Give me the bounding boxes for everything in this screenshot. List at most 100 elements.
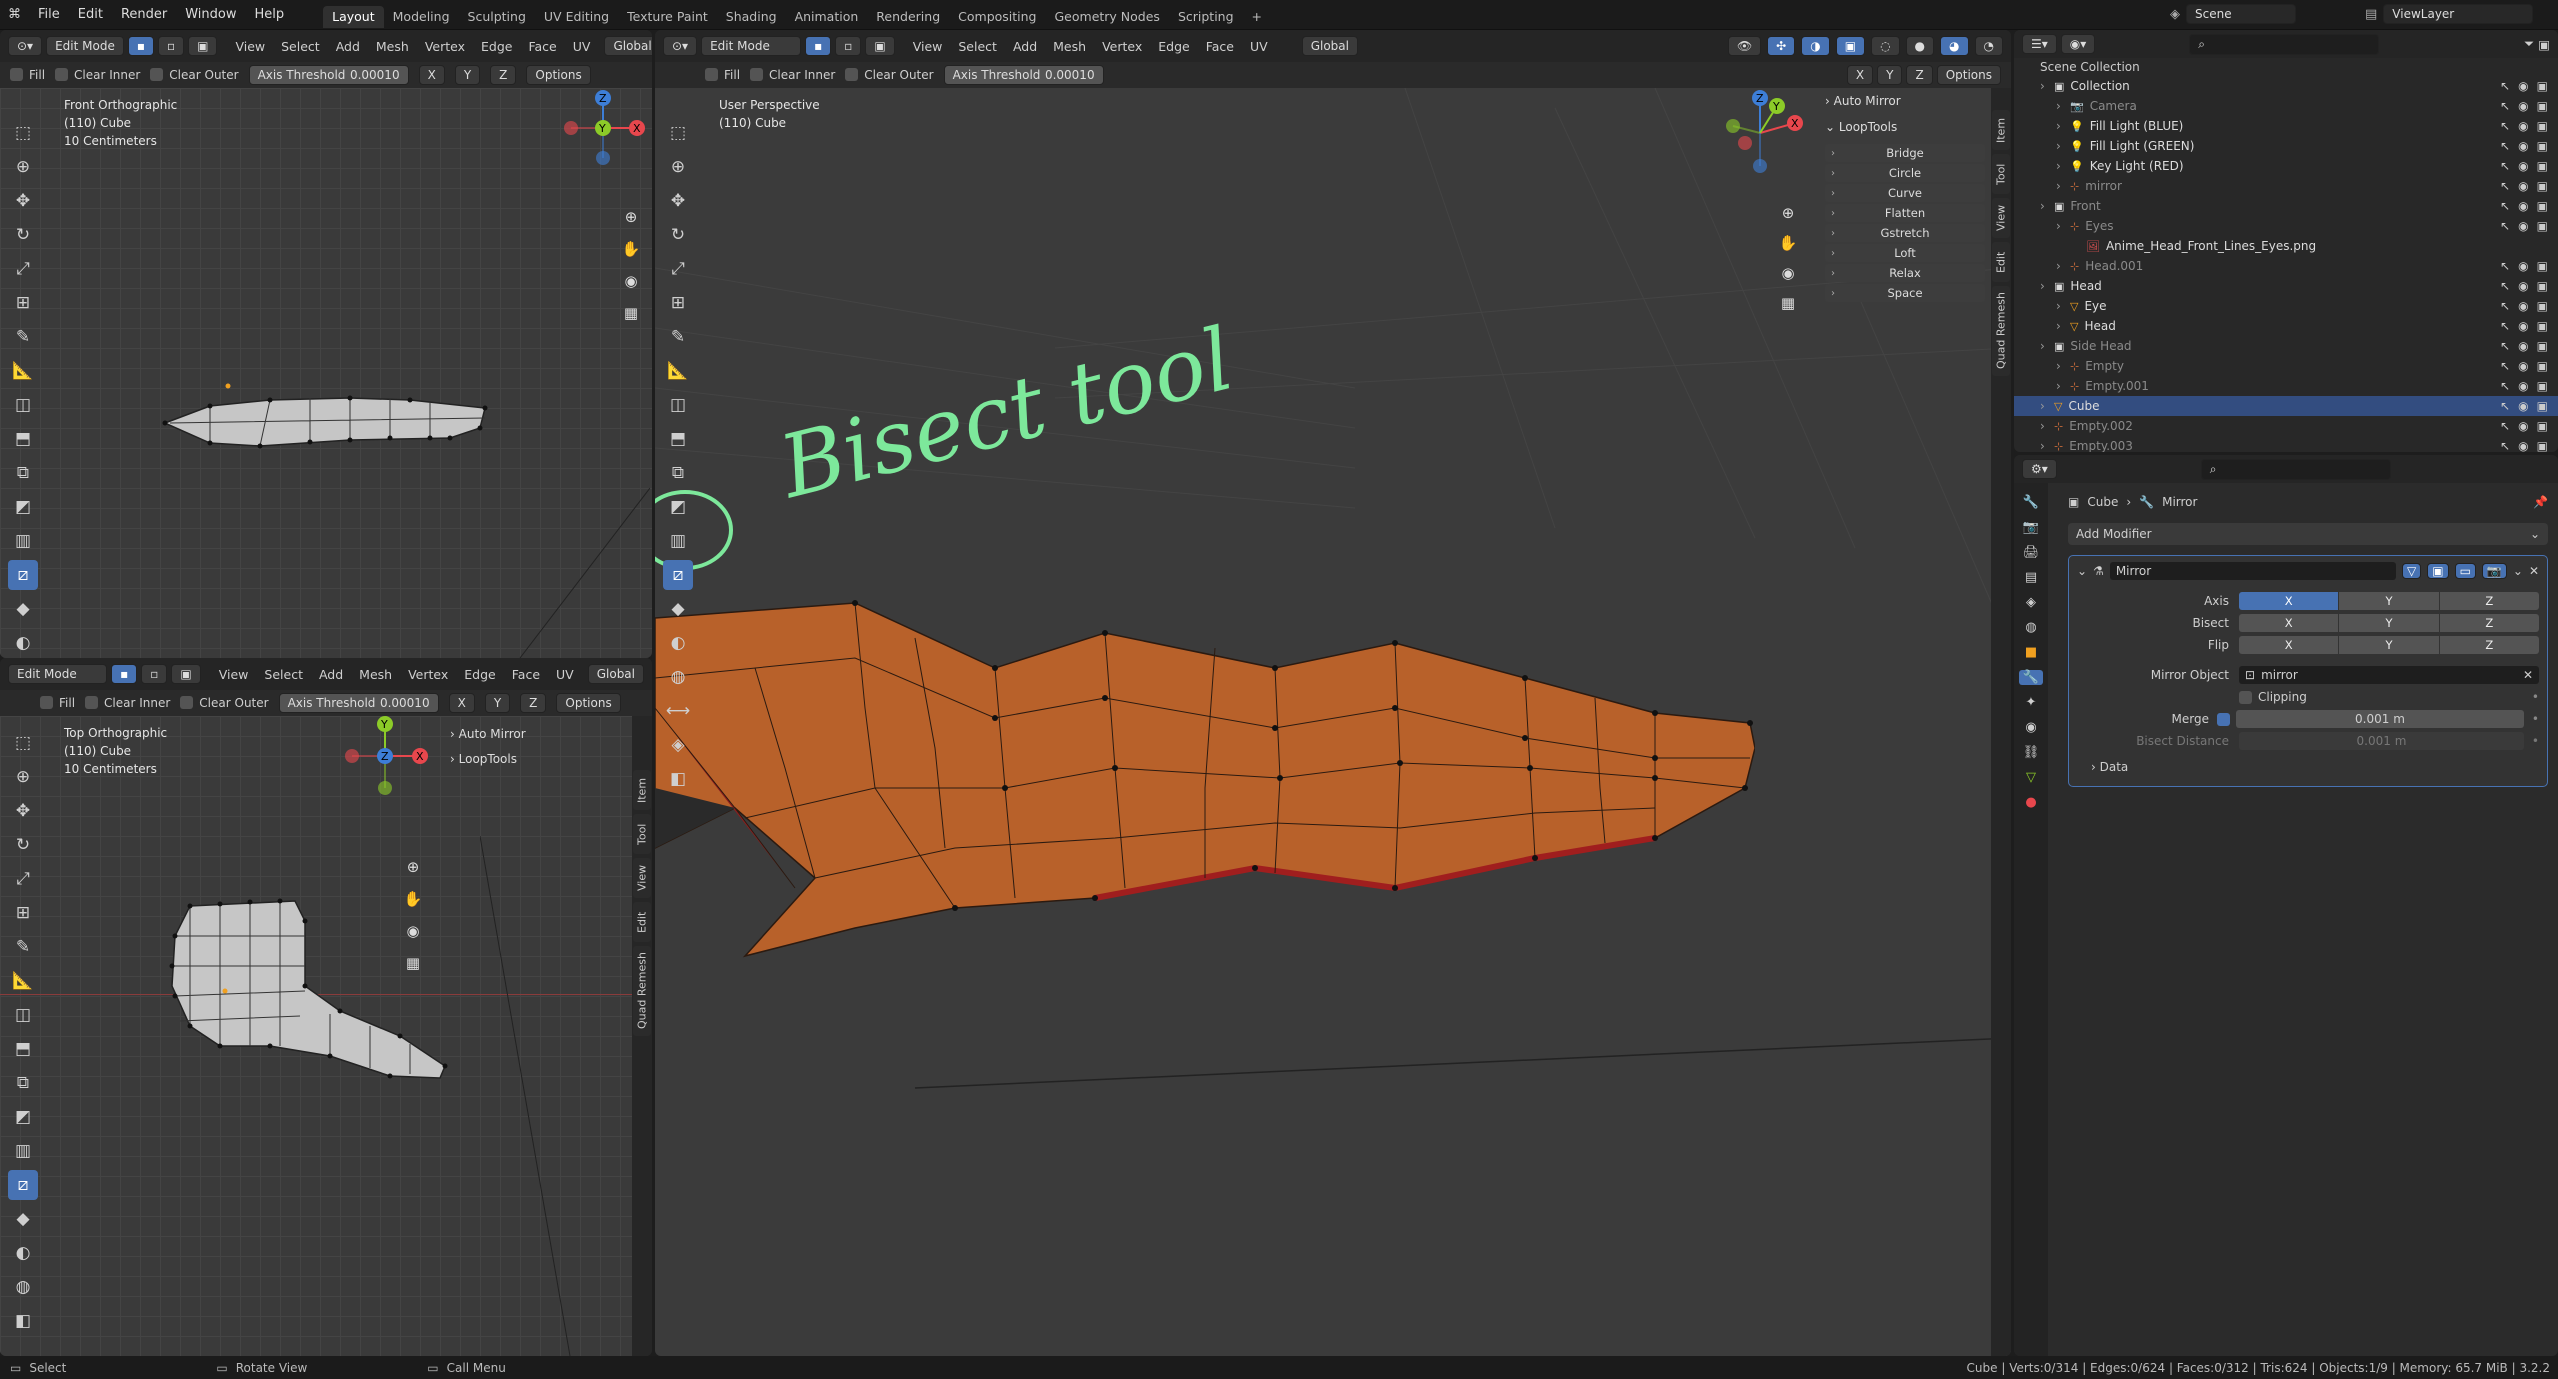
- expand-chevron-icon[interactable]: ›: [2040, 79, 2052, 93]
- camera-render-icon[interactable]: ▣: [2537, 359, 2548, 373]
- bisect-icon[interactable]: ⧄: [663, 560, 693, 590]
- select-box-icon[interactable]: ⬚: [8, 728, 38, 758]
- expand-chevron-icon[interactable]: ›: [2056, 119, 2068, 133]
- viewport-menu-select[interactable]: Select: [264, 667, 303, 682]
- select-arrow-icon[interactable]: ↖: [2500, 359, 2510, 373]
- menu-window[interactable]: Window: [176, 0, 245, 30]
- mesh-top-view[interactable]: [160, 896, 460, 1096]
- camera-render-icon[interactable]: ▣: [2537, 339, 2548, 353]
- expand-chevron-icon[interactable]: ›: [2056, 259, 2068, 273]
- zoom-icon[interactable]: ⊕: [1775, 200, 1801, 226]
- axis-y-button[interactable]: Y: [2339, 592, 2439, 610]
- world-tab-icon[interactable]: ◍: [2025, 620, 2036, 635]
- filter-icon[interactable]: ⏷: [2524, 36, 2534, 52]
- orientation-select[interactable]: Global: [587, 664, 644, 684]
- viewport-menu-add[interactable]: Add: [319, 667, 343, 682]
- smooth-icon[interactable]: ◍: [663, 662, 693, 692]
- gizmo-icon[interactable]: ✣: [1767, 36, 1796, 56]
- bisect-x-button[interactable]: X: [2239, 614, 2339, 632]
- camera-render-icon[interactable]: ▣: [2537, 319, 2548, 333]
- looptools-bridge-button[interactable]: › Bridge: [1825, 144, 1985, 162]
- extrude-icon[interactable]: ⬒: [8, 424, 38, 454]
- looptools-flatten-button[interactable]: › Flatten: [1825, 204, 1985, 222]
- move-icon[interactable]: ✥: [663, 186, 693, 216]
- display-mode-select[interactable]: ◉▾: [2060, 34, 2096, 54]
- looptools-loft-button[interactable]: › Loft: [1825, 244, 1985, 262]
- clear-outer-checkbox[interactable]: Clear Outer: [845, 68, 934, 82]
- looptools-circle-button[interactable]: › Circle: [1825, 164, 1985, 182]
- viewport-menu-uv[interactable]: UV: [573, 39, 591, 54]
- auto-mirror-panel[interactable]: › Auto Mirror: [1825, 88, 1993, 114]
- select-arrow-icon[interactable]: ↖: [2500, 179, 2510, 193]
- eye-icon[interactable]: ◉: [2518, 219, 2528, 233]
- select-arrow-icon[interactable]: ↖: [2500, 279, 2510, 293]
- wireframe-shading-icon[interactable]: ◌: [1871, 36, 1900, 56]
- viewport-menu-add[interactable]: Add: [336, 39, 360, 54]
- scene-collection-row[interactable]: Scene Collection: [2014, 58, 2558, 76]
- modifier-name-field[interactable]: Mirror: [2109, 562, 2396, 580]
- outliner-search-input[interactable]: ⌕: [2189, 33, 2380, 55]
- eye-icon[interactable]: ◉: [2518, 379, 2528, 393]
- solid-shading-icon[interactable]: ●: [1905, 36, 1935, 56]
- workspace-tab-shading[interactable]: Shading: [717, 6, 786, 28]
- bisect-z-button[interactable]: Z: [2439, 614, 2539, 632]
- eye-icon[interactable]: ◉: [2518, 359, 2528, 373]
- move-icon[interactable]: ✥: [8, 186, 38, 216]
- clear-inner-checkbox[interactable]: Clear Inner: [55, 68, 140, 82]
- edge-select-button[interactable]: ▫: [141, 664, 168, 684]
- tab-tool[interactable]: Tool: [633, 814, 651, 854]
- tab-item[interactable]: Item: [1992, 110, 2010, 150]
- viewport-toggle-icon[interactable]: ▭: [2454, 563, 2476, 579]
- bevel-icon[interactable]: ◩: [663, 492, 693, 522]
- axis-threshold-field[interactable]: Axis Threshold 0.00010: [278, 693, 439, 713]
- editor-type-button[interactable]: ⊙▾: [8, 36, 43, 56]
- axis-threshold-field[interactable]: Axis Threshold 0.00010: [248, 65, 409, 85]
- camera-render-icon[interactable]: ▣: [2537, 159, 2548, 173]
- workspace-tab-geometry-nodes[interactable]: Geometry Nodes: [1046, 6, 1169, 28]
- viewport-menu-add[interactable]: Add: [1013, 39, 1037, 54]
- expand-chevron-icon[interactable]: ›: [2056, 379, 2068, 393]
- shear-icon[interactable]: ◧: [8, 1306, 38, 1336]
- camera-render-icon[interactable]: ▣: [2537, 119, 2548, 133]
- navigation-gizmo[interactable]: Z X Y: [555, 88, 645, 198]
- outliner-row[interactable]: › ▣ Side Head ↖ ◉ ▣: [2014, 336, 2558, 356]
- fill-checkbox[interactable]: Fill: [705, 68, 740, 82]
- navigation-gizmo[interactable]: Z X Y: [1715, 88, 1815, 198]
- material-shading-icon[interactable]: ◕: [1940, 36, 1969, 56]
- outliner-row[interactable]: › ⊹ Head.001 ↖ ◉ ▣: [2014, 256, 2558, 276]
- properties-search-input[interactable]: ⌕: [2200, 458, 2391, 480]
- face-select-button[interactable]: ▣: [188, 36, 218, 56]
- expand-chevron-icon[interactable]: ›: [2056, 219, 2068, 233]
- select-arrow-icon[interactable]: ↖: [2500, 219, 2510, 233]
- flip-x-button[interactable]: X: [2239, 636, 2339, 654]
- outliner-row[interactable]: › ▽ Head ↖ ◉ ▣: [2014, 316, 2558, 336]
- blender-logo-icon[interactable]: ⌘: [0, 0, 29, 30]
- workspace-tab-add[interactable]: +: [1243, 6, 1271, 28]
- workspace-tab-animation[interactable]: Animation: [786, 6, 868, 28]
- workspace-tab-modeling[interactable]: Modeling: [384, 6, 459, 28]
- physics-tab-icon[interactable]: ◉: [2025, 720, 2036, 735]
- viewport-menu-vertex[interactable]: Vertex: [425, 39, 465, 54]
- visibility-icon[interactable]: 👁: [1727, 36, 1762, 56]
- outliner-row[interactable]: › ▽ Eye ↖ ◉ ▣: [2014, 296, 2558, 316]
- viewport-menu-face[interactable]: Face: [1206, 39, 1234, 54]
- looptools-gstretch-button[interactable]: › Gstretch: [1825, 224, 1985, 242]
- object-tab-icon[interactable]: ■: [2025, 645, 2037, 660]
- eye-icon[interactable]: ◉: [2518, 339, 2528, 353]
- pin-icon[interactable]: 📌: [2533, 495, 2548, 509]
- viewport-menu-uv[interactable]: UV: [1250, 39, 1268, 54]
- workspace-tab-sculpting[interactable]: Sculpting: [459, 6, 535, 28]
- axis-x-toggle[interactable]: X: [418, 65, 445, 85]
- outliner-row[interactable]: › ▣ Front ↖ ◉ ▣: [2014, 196, 2558, 216]
- menu-help[interactable]: Help: [246, 0, 294, 30]
- outliner-row[interactable]: › 💡 Fill Light (BLUE) ↖ ◉ ▣: [2014, 116, 2558, 136]
- viewport-menu-face[interactable]: Face: [512, 667, 540, 682]
- bevel-icon[interactable]: ◩: [8, 1102, 38, 1132]
- outliner-row[interactable]: › 📷 Camera ↖ ◉ ▣: [2014, 96, 2558, 116]
- eye-icon[interactable]: ◉: [2518, 119, 2528, 133]
- edge-select-button[interactable]: ▫: [835, 36, 862, 56]
- outliner-row[interactable]: › ⊹ Empty.002 ↖ ◉ ▣: [2014, 416, 2558, 436]
- flip-y-button[interactable]: Y: [2339, 636, 2439, 654]
- xray-icon[interactable]: ▣: [1835, 36, 1866, 56]
- eye-icon[interactable]: ◉: [2518, 159, 2528, 173]
